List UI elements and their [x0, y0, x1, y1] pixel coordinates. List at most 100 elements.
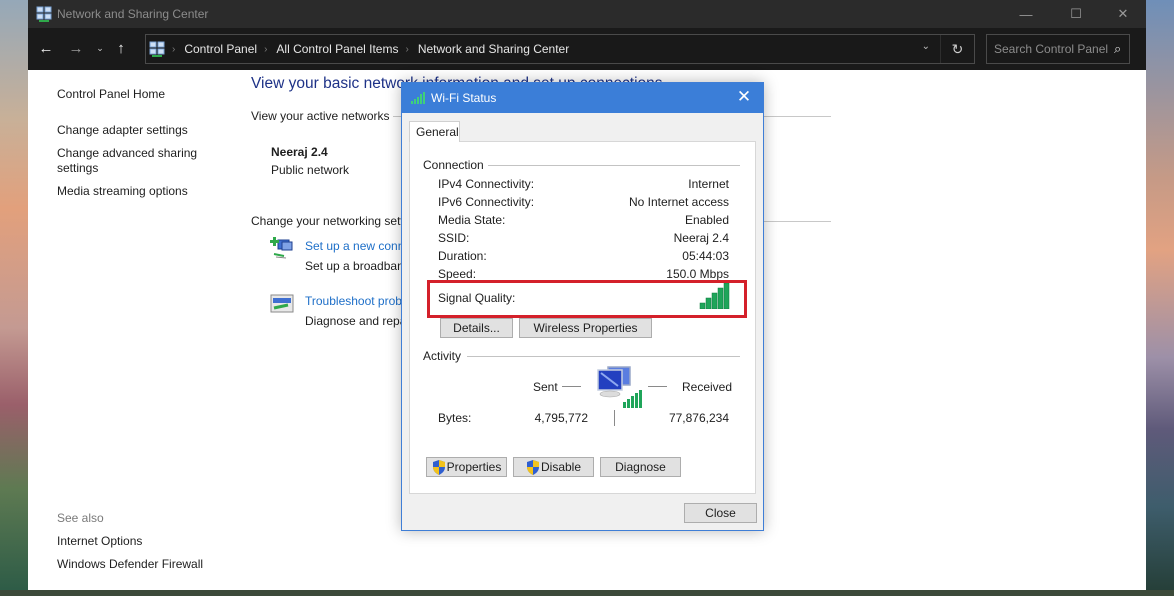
breadcrumb-separator[interactable]: › [264, 44, 267, 55]
sidebar-item-change-advanced-sharing[interactable]: Change advanced sharing settings [57, 146, 197, 176]
duration-label: Duration: [438, 249, 487, 263]
up-button[interactable]: ↑ [112, 38, 130, 58]
close-icon: ✕ [1117, 6, 1129, 21]
dialog-title-bar[interactable]: Wi-Fi Status ✕ [402, 83, 763, 113]
bytes-label: Bytes: [438, 411, 472, 425]
ipv4-label: IPv4 Connectivity: [438, 177, 535, 191]
ipv6-value: No Internet access [628, 195, 729, 209]
minimize-button[interactable]: — [1003, 0, 1049, 28]
connection-group-label: Connection [423, 158, 484, 172]
arrow-left-icon: ← [38, 39, 54, 57]
bytes-received-value: 77,876,234 [668, 411, 729, 425]
activity-divider [614, 410, 615, 426]
search-box[interactable]: ⌕ [986, 34, 1130, 64]
breadcrumb-separator[interactable]: › [405, 44, 408, 55]
desktop-wallpaper-left [0, 0, 28, 596]
back-button[interactable]: ← [36, 38, 56, 58]
arrow-right-icon: → [68, 39, 84, 57]
maximize-button[interactable]: ☐ [1053, 0, 1099, 28]
active-networks-title: View your active networks [251, 109, 390, 123]
dialog-title: Wi-Fi Status [431, 91, 497, 105]
search-input[interactable] [994, 42, 1112, 56]
network-type-link[interactable]: Public network [271, 163, 349, 177]
uac-shield-icon [432, 459, 445, 475]
media-state-value: Enabled [684, 213, 729, 227]
title-bar: Network and Sharing Center — ☐ ✕ [28, 0, 1146, 28]
minimize-icon: — [1019, 6, 1033, 22]
breadcrumb-all-items[interactable]: All Control Panel Items [276, 42, 398, 56]
breadcrumb-control-panel[interactable]: Control Panel [184, 42, 257, 56]
address-bar[interactable]: › Control Panel › All Control Panel Item… [145, 34, 975, 64]
refresh-button[interactable]: ↻ [940, 35, 974, 63]
sent-line [562, 386, 581, 387]
diagnose-button-label: Diagnose [615, 460, 666, 474]
network-center-icon [36, 6, 52, 22]
address-dropdown-button[interactable]: ⌄ [922, 41, 930, 52]
disable-button-label: Disable [540, 460, 582, 474]
disable-button[interactable]: Disable [513, 457, 594, 477]
ssid-label: SSID: [438, 231, 470, 245]
sidebar-item-label: Change advanced sharing [57, 146, 198, 160]
breadcrumb-separator[interactable]: › [172, 44, 175, 55]
signal-quality-label: Signal Quality: [438, 291, 516, 305]
received-line [648, 386, 667, 387]
recent-locations-button[interactable]: ⌄ [93, 38, 107, 58]
duration-value: 05:44:03 [682, 249, 729, 263]
wireless-properties-label: Wireless Properties [533, 321, 638, 335]
arrow-up-icon: ↑ [117, 39, 125, 57]
sent-label: Sent [533, 380, 558, 394]
network-center-icon [149, 41, 165, 57]
signal-bar [717, 287, 724, 309]
wifi-signal-icon [411, 92, 425, 104]
wireless-properties-button[interactable]: Wireless Properties [519, 318, 652, 338]
sidebar-item-change-adapter-settings[interactable]: Change adapter settings [57, 123, 188, 138]
signal-quality-bars-icon [699, 283, 730, 309]
breadcrumb-network-sharing-center[interactable]: Network and Sharing Center [418, 42, 569, 56]
group-divider [467, 356, 740, 357]
media-state-label: Media State: [438, 213, 506, 227]
see-also-label: See also [57, 511, 104, 525]
refresh-icon: ↻ [951, 40, 964, 57]
chevron-down-icon: ⌄ [96, 42, 104, 53]
received-label: Received [682, 380, 733, 394]
bytes-sent-value: 4,795,772 [534, 411, 588, 425]
close-window-button[interactable]: ✕ [1100, 0, 1146, 28]
ssid-value: Neeraj 2.4 [673, 231, 729, 245]
tab-general[interactable]: General [409, 121, 460, 142]
forward-button[interactable]: → [66, 38, 86, 58]
sidebar-item-label: settings [57, 161, 99, 175]
search-icon[interactable]: ⌕ [1114, 41, 1121, 57]
see-also-windows-firewall[interactable]: Windows Defender Firewall [57, 557, 203, 572]
desktop-wallpaper-bottom [0, 590, 1174, 596]
activity-group-label: Activity [423, 349, 462, 363]
speed-value: 150.0 Mbps [666, 267, 729, 281]
ipv6-label: IPv6 Connectivity: [438, 195, 535, 209]
wifi-status-dialog: Wi-Fi Status ✕ General Connection IPv4 C… [401, 82, 764, 531]
group-divider [488, 165, 740, 166]
new-connection-icon [270, 237, 293, 259]
troubleshoot-icon [270, 294, 294, 313]
general-tab-panel: Connection IPv4 Connectivity: Internet I… [409, 141, 756, 494]
close-button[interactable]: Close [684, 503, 757, 523]
details-button[interactable]: Details... [440, 318, 513, 338]
ipv4-value: Internet [688, 177, 729, 191]
properties-button-label: Properties [446, 460, 502, 474]
diagnose-button[interactable]: Diagnose [600, 457, 681, 477]
desktop-wallpaper-right [1146, 0, 1174, 596]
uac-shield-icon [526, 459, 539, 475]
dialog-close-icon[interactable]: ✕ [733, 87, 755, 107]
signal-bar [699, 302, 706, 309]
close-button-label: Close [705, 506, 736, 520]
signal-bar [711, 292, 718, 309]
signal-bar [705, 297, 712, 309]
signal-bar [723, 283, 730, 309]
window-title: Network and Sharing Center [57, 7, 209, 21]
see-also-internet-options[interactable]: Internet Options [57, 534, 142, 549]
network-name: Neeraj 2.4 [271, 145, 328, 159]
navigation-bar: ← → ⌄ ↑ › Control Panel › All Control Pa… [28, 28, 1146, 70]
properties-button[interactable]: Properties [426, 457, 507, 477]
maximize-icon: ☐ [1070, 6, 1082, 21]
details-button-label: Details... [453, 321, 500, 335]
sidebar-item-media-streaming[interactable]: Media streaming options [57, 184, 188, 199]
sidebar-item-control-panel-home[interactable]: Control Panel Home [57, 87, 165, 102]
